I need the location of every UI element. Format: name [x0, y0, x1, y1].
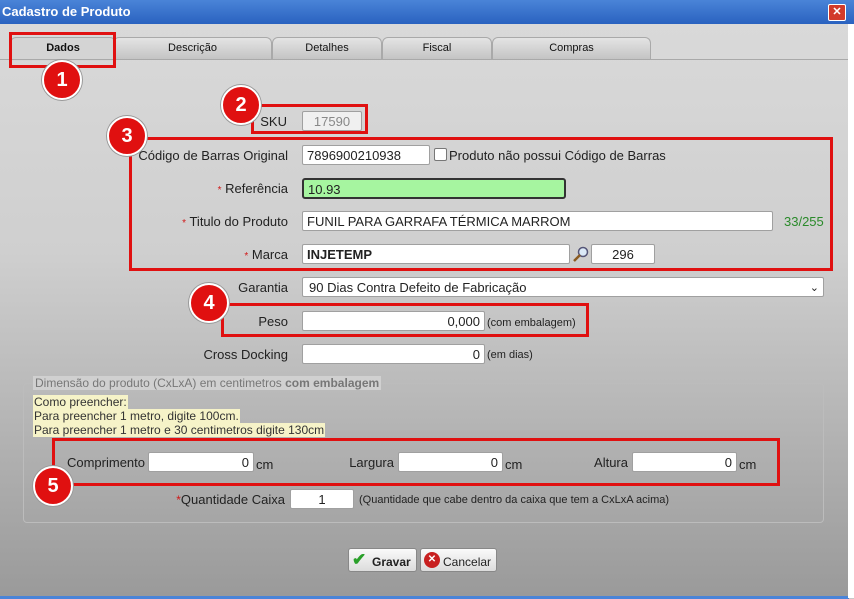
- tab-bar: Dados Descrição Detalhes Fiscal Compras: [0, 37, 854, 61]
- tab-divider: [0, 59, 848, 60]
- save-button-label: Gravar: [372, 555, 411, 569]
- tab-compras[interactable]: Compras: [492, 37, 651, 59]
- window-title: Cadastro de Produto: [2, 4, 131, 19]
- box-quantity-label-text: Quantidade Caixa: [180, 492, 285, 507]
- annotation-badge-4: 4: [189, 283, 229, 323]
- tab-descricao[interactable]: Descrição: [113, 37, 272, 59]
- cancel-button[interactable]: ✕ Cancelar: [420, 548, 497, 572]
- title-bar: Cadastro de Produto ✕: [0, 0, 854, 24]
- cross-docking-hint: (em dias): [487, 349, 533, 361]
- cancel-icon: ✕: [424, 552, 440, 568]
- close-icon[interactable]: ✕: [828, 4, 846, 21]
- dimensions-legend-bold: com embalagem: [285, 376, 380, 390]
- howto-title: Como preencher:: [33, 395, 128, 409]
- annotation-badge-5: 5: [33, 466, 73, 506]
- dimensions-legend-text: Dimensão do produto (CxLxA) em centimetr…: [35, 376, 282, 390]
- annotation-box-5: [52, 438, 780, 486]
- box-quantity-hint: (Quantidade que cabe dentro da caixa que…: [359, 494, 670, 506]
- chevron-down-icon: ⌄: [809, 282, 819, 294]
- annotation-box-4: [221, 303, 589, 337]
- cancel-button-label: Cancelar: [443, 555, 492, 569]
- warranty-select[interactable]: 90 Dias Contra Defeito de Fabricação ⌄: [302, 277, 824, 297]
- box-quantity-label: *Quantidade Caixa: [160, 492, 285, 507]
- check-icon: ✔: [352, 550, 367, 569]
- annotation-box-2: [251, 104, 368, 134]
- annotation-badge-2: 2: [221, 85, 261, 125]
- annotation-badge-3: 3: [107, 116, 147, 156]
- cross-docking-label: Cross Docking: [203, 347, 288, 362]
- howto-line-1: Para preencher 1 metro, digite 100cm.: [33, 409, 240, 423]
- background-strip: [848, 24, 854, 598]
- annotation-badge-1: 1: [42, 60, 82, 100]
- save-button[interactable]: ✔ Gravar: [348, 548, 417, 572]
- howto-line-2: Para preencher 1 metro e 30 centimetros …: [33, 423, 326, 437]
- tab-fiscal[interactable]: Fiscal: [382, 37, 492, 59]
- warranty-selected-value: 90 Dias Contra Defeito de Fabricação: [309, 280, 527, 295]
- tab-detalhes[interactable]: Detalhes: [272, 37, 382, 59]
- box-quantity-input[interactable]: 1: [290, 489, 354, 509]
- cross-docking-input[interactable]: 0: [302, 344, 485, 364]
- annotation-box-3: [129, 137, 833, 271]
- dimensions-legend: Dimensão do produto (CxLxA) em centimetr…: [33, 376, 382, 390]
